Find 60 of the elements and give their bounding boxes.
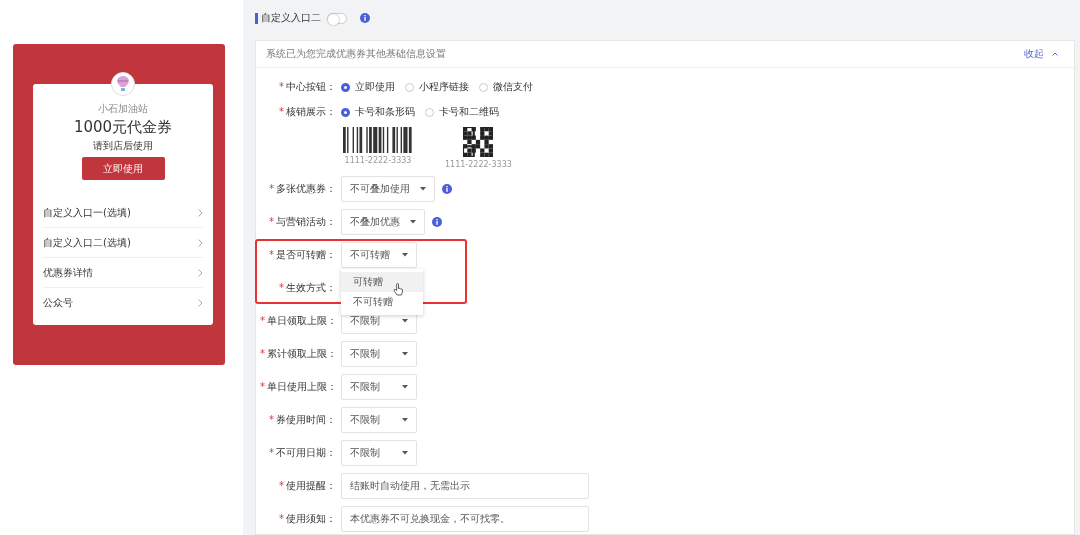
shop-name: 小石加油站 bbox=[98, 102, 148, 116]
hand-cursor-icon bbox=[393, 283, 404, 296]
use-now-button[interactable]: 立即使用 bbox=[81, 157, 165, 180]
caret-icon bbox=[410, 220, 416, 224]
chevron-right-icon bbox=[198, 298, 203, 307]
field-label: * 单日领取上限： bbox=[260, 314, 338, 328]
radio-option[interactable]: 立即使用 bbox=[341, 78, 395, 96]
field-label: * 是否可转赠： bbox=[268, 248, 337, 262]
caret-icon bbox=[402, 253, 408, 257]
card-number: 1111-2222-3333 bbox=[445, 160, 512, 169]
field-label: * 使用须知： bbox=[278, 512, 337, 526]
field-label: * 多张优惠券： bbox=[268, 182, 337, 196]
radio-option[interactable]: 卡号和条形码 bbox=[341, 103, 415, 121]
select-field[interactable]: 不限制 bbox=[341, 440, 417, 466]
entry-row[interactable]: 自定义入口一(选填) bbox=[43, 198, 203, 228]
entry-row[interactable]: 公众号 bbox=[43, 288, 203, 317]
select-field[interactable]: 不叠加优惠 bbox=[341, 209, 425, 235]
entry-row[interactable]: 自定义入口二(选填) bbox=[43, 228, 203, 258]
chevron-right-icon bbox=[198, 238, 203, 247]
field-label: * 生效方式： bbox=[278, 281, 337, 295]
dropdown-option[interactable]: 可转赠 bbox=[341, 272, 423, 292]
barcode-icon bbox=[343, 127, 413, 153]
field-label: * 核销展示： bbox=[278, 105, 337, 119]
radio-option[interactable]: 微信支付 bbox=[479, 78, 533, 96]
field-label: * 单日使用上限： bbox=[260, 380, 338, 394]
chevron-right-icon bbox=[198, 268, 203, 277]
select-field[interactable]: 不限制 bbox=[341, 407, 417, 433]
select-field[interactable]: 不限制 bbox=[341, 374, 417, 400]
field-label: * 使用提醒： bbox=[278, 479, 337, 493]
select-field[interactable]: 不可转赠 bbox=[341, 242, 417, 268]
select-field[interactable]: 不限制 bbox=[341, 341, 417, 367]
caret-icon bbox=[402, 352, 408, 356]
section-title: 自定义入口二 bbox=[261, 11, 321, 25]
caret-icon bbox=[402, 319, 408, 323]
field-label: * 与营销活动： bbox=[268, 215, 337, 229]
toggle-switch[interactable] bbox=[327, 12, 347, 24]
card-number: 1111-2222-3333 bbox=[344, 156, 412, 165]
field-label: * 券使用时间： bbox=[268, 413, 337, 427]
select-field[interactable]: 不可叠加使用 bbox=[341, 176, 435, 202]
caret-icon bbox=[402, 451, 408, 455]
field-label: * 中心按钮： bbox=[278, 80, 337, 94]
coupon-subtitle: 请到店后使用 bbox=[93, 139, 153, 153]
text-field[interactable]: 结账时自动使用，无需出示 bbox=[341, 473, 589, 499]
chevron-up-icon bbox=[1052, 52, 1058, 56]
radio-option[interactable]: 卡号和二维码 bbox=[425, 103, 512, 121]
qr-code-icon bbox=[463, 127, 494, 157]
coupon-title: 1000元代金券 bbox=[73, 118, 173, 137]
dropdown-option[interactable]: 不可转赠 bbox=[341, 292, 423, 312]
caret-icon bbox=[402, 418, 408, 422]
caret-icon bbox=[402, 385, 408, 389]
text-field[interactable]: 本优惠券不可兑换现金，不可找零。 bbox=[341, 506, 589, 532]
radio-option[interactable]: 小程序链接 bbox=[405, 78, 469, 96]
info-icon bbox=[360, 13, 370, 23]
panel-notice: 系统已为您完成优惠券其他基础信息设置 bbox=[266, 47, 446, 61]
entry-row[interactable]: 优惠券详情 bbox=[43, 258, 203, 288]
collapse-link[interactable]: 收起 bbox=[1024, 47, 1058, 61]
chevron-right-icon bbox=[198, 208, 203, 217]
field-label: * 累计领取上限： bbox=[260, 347, 338, 361]
caret-icon bbox=[420, 187, 426, 191]
field-label: * 不可用日期： bbox=[268, 446, 337, 460]
